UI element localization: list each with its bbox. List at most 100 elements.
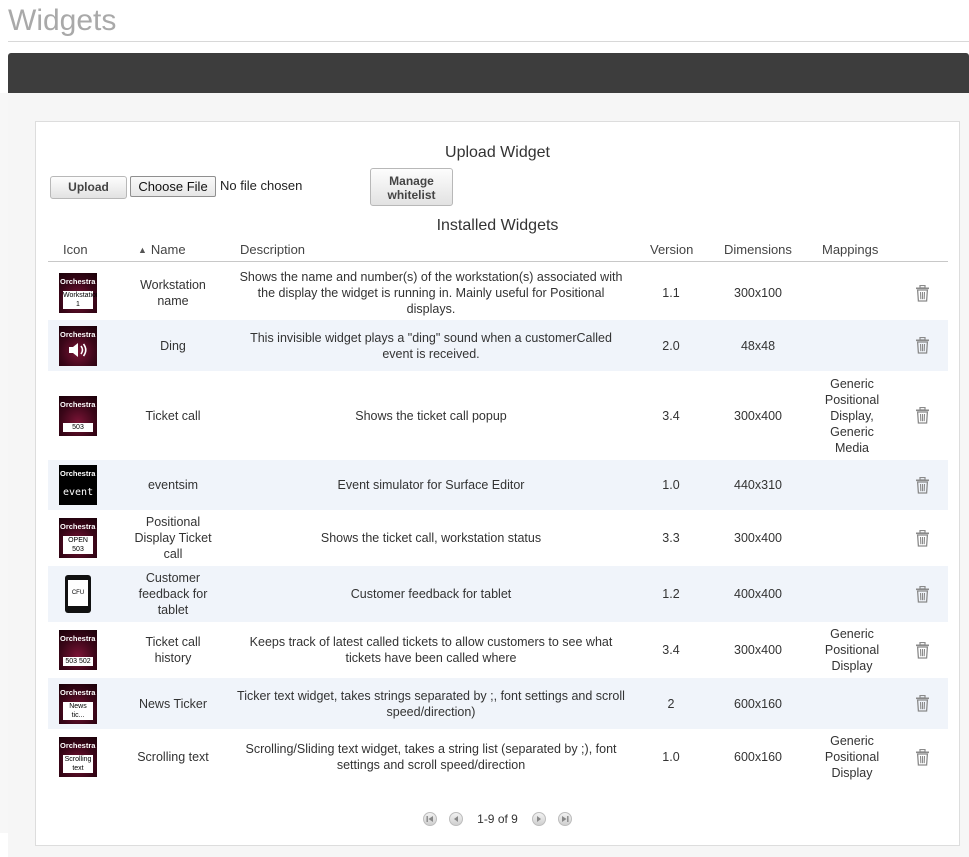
table-row[interactable]: Orchestra Scrolling text Scrolling text Scr… <box>48 729 948 785</box>
widget-dimensions: 600x160 <box>734 750 782 764</box>
widget-version: 1.0 <box>662 750 680 764</box>
widget-dimensions: 600x160 <box>734 696 782 711</box>
widget-name: Customer feedback for tablet <box>138 571 208 617</box>
widget-mappings: Generic Positional Display <box>824 734 880 780</box>
page-title: Widgets <box>8 4 117 37</box>
icon-label: event <box>63 487 94 498</box>
toolbar-bar <box>8 53 969 93</box>
orchestra-brand-text: Orchestra <box>60 469 96 478</box>
orchestra-scrolling-icon: Orchestra Scrolling text <box>54 729 102 785</box>
widget-mappings <box>816 566 888 622</box>
orchestra-history-icon: Orchestra 503 502 <box>54 622 102 678</box>
sort-ascending-icon: ▲ <box>138 245 147 255</box>
widget-name: Ticket call history <box>145 635 201 665</box>
delete-widget-button[interactable] <box>904 678 940 729</box>
widget-mappings <box>816 266 888 320</box>
widget-description: Customer feedback for tablet <box>350 587 512 601</box>
manage-whitelist-button[interactable]: Manage whitelist <box>370 168 453 206</box>
orchestra-ticket-icon: Orchestra 503 <box>54 371 102 460</box>
orchestra-brand-text: Orchestra <box>60 399 96 409</box>
delete-widget-button[interactable] <box>904 622 940 678</box>
widget-mappings: Generic Positional Display <box>824 627 880 673</box>
column-header-mappings[interactable]: Mappings <box>822 242 878 257</box>
widgets-panel: Upload Widget Upload Choose File No file… <box>35 121 960 846</box>
previous-page-button[interactable] <box>449 812 464 826</box>
widget-mappings <box>816 510 888 566</box>
table-row[interactable]: Orchestra 503 502 Ticket call history Keeps… <box>48 622 948 678</box>
next-page-button[interactable] <box>531 812 546 826</box>
orchestra-event-icon: Orchestra event <box>54 460 102 510</box>
upload-button[interactable]: Upload <box>50 176 127 199</box>
column-header-dimensions[interactable]: Dimensions <box>724 242 792 257</box>
column-header-description[interactable]: Description <box>240 242 305 257</box>
upload-widget-heading: Upload Widget <box>445 144 550 161</box>
widget-name: Ding <box>160 338 186 353</box>
delete-widget-button[interactable] <box>904 510 940 566</box>
table-row[interactable]: Orchestra Ding This invisible widget plays… <box>48 320 948 371</box>
orchestra-speaker-icon: Orchestra <box>54 320 102 371</box>
trash-icon <box>915 529 930 547</box>
left-edge <box>0 93 8 833</box>
table-row[interactable]: Orchestra 503 Ticket call Shows the ticket … <box>48 371 948 460</box>
trash-icon <box>915 748 930 766</box>
delete-widget-button[interactable] <box>904 460 940 510</box>
widget-dimensions: 400x400 <box>734 587 782 601</box>
icon-label: Scrolling text <box>63 755 93 773</box>
orchestra-brand-text: Orchestra <box>60 687 96 697</box>
widget-version: 3.4 <box>662 408 680 423</box>
orchestra-brand-text: Orchestra <box>60 277 96 286</box>
tablet-cfu-icon: CFU <box>54 566 102 622</box>
trash-icon <box>915 585 930 603</box>
trash-icon <box>915 476 930 494</box>
first-page-button[interactable] <box>423 812 438 826</box>
widget-version: 2.0 <box>662 338 680 353</box>
icon-label: 503 502 <box>63 657 93 666</box>
column-header-icon: Icon <box>63 242 88 257</box>
trash-icon <box>915 337 930 354</box>
table-row[interactable]: CFU Customer feedback for tablet Customer … <box>48 566 948 622</box>
orchestra-workstation-icon: Orchestra Workstation 1 <box>54 266 102 320</box>
delete-widget-button[interactable] <box>904 729 940 785</box>
orchestra-news-icon: Orchestra News tic... <box>54 678 102 729</box>
table-row[interactable]: Orchestra event eventsim Event simulator fo… <box>48 460 948 510</box>
table-row[interactable]: Orchestra News tic... News Ticker Ticker te… <box>48 678 948 729</box>
widget-mappings <box>816 678 888 729</box>
last-page-button[interactable] <box>557 812 572 826</box>
trash-icon <box>915 695 930 712</box>
title-divider <box>8 41 969 42</box>
table-row[interactable]: Orchestra Workstation 1 Workstation name Sh… <box>48 266 948 320</box>
widget-description: Keeps track of latest called tickets to … <box>249 635 613 665</box>
trash-icon <box>915 284 930 302</box>
manage-whitelist-label-2: whitelist <box>387 188 436 202</box>
widget-name: News Ticker <box>138 696 208 711</box>
icon-label: OPEN 503 <box>63 536 93 554</box>
table-row[interactable]: Orchestra OPEN 503 Positional Display Tick… <box>48 510 948 566</box>
choose-file-button[interactable]: Choose File <box>130 176 216 197</box>
column-header-name[interactable]: ▲ Name <box>138 242 186 257</box>
widget-description: Shows the ticket call, workstation statu… <box>320 531 542 545</box>
column-header-version[interactable]: Version <box>650 242 693 257</box>
widget-mappings <box>816 460 888 510</box>
widget-name: eventsim <box>147 478 199 492</box>
orchestra-positional-icon: Orchestra OPEN 503 <box>54 510 102 566</box>
widget-dimensions: 440x310 <box>734 478 782 492</box>
icon-label: News tic... <box>63 701 93 720</box>
pagination: 1-9 of 9 <box>36 810 959 828</box>
widget-description: Shows the ticket call popup <box>355 408 507 423</box>
manage-whitelist-label-1: Manage <box>389 174 434 188</box>
widget-mappings <box>816 320 888 371</box>
widget-name: Workstation name <box>140 278 206 308</box>
widget-description: Scrolling/Sliding text widget, takes a s… <box>245 742 617 772</box>
widget-dimensions: 48x48 <box>740 338 776 353</box>
delete-widget-button[interactable] <box>904 371 940 460</box>
orchestra-brand-text: Orchestra <box>60 634 96 643</box>
widget-description: Ticker text widget, takes strings separa… <box>237 688 625 719</box>
delete-widget-button[interactable] <box>904 320 940 371</box>
icon-label: CFU <box>68 580 88 606</box>
delete-widget-button[interactable] <box>904 566 940 622</box>
trash-icon <box>915 407 930 424</box>
widget-version: 1.2 <box>662 587 680 601</box>
widget-version: 1.0 <box>662 478 680 492</box>
delete-widget-button[interactable] <box>904 266 940 320</box>
widget-version: 1.1 <box>662 286 680 300</box>
